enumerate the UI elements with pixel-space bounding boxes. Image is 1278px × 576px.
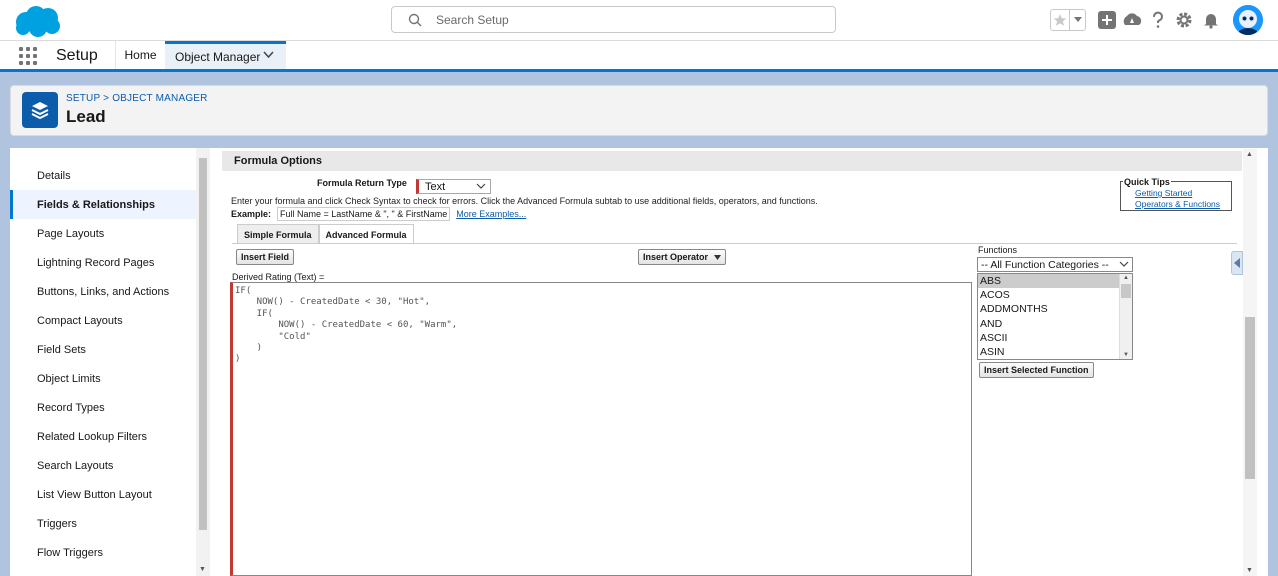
- insert-selected-function-button[interactable]: Insert Selected Function: [979, 362, 1094, 378]
- search-input[interactable]: [434, 10, 824, 30]
- main-card: Details Fields & Relationships Page Layo…: [10, 148, 1268, 576]
- left-nav-item-page-layouts[interactable]: Page Layouts: [10, 219, 196, 248]
- left-nav-item-object-limits[interactable]: Object Limits: [10, 364, 196, 393]
- collapse-panel-handle[interactable]: [1231, 251, 1243, 275]
- functions-label: Functions: [978, 245, 1018, 255]
- formula-instructions: Enter your formula and click Check Synta…: [231, 196, 818, 206]
- tab-home[interactable]: Home: [115, 41, 165, 69]
- return-type-select[interactable]: Text: [416, 179, 491, 194]
- scroll-up-arrow-icon[interactable]: ▲: [1246, 151, 1253, 158]
- tab-object-manager-label: Object Manager: [175, 49, 261, 64]
- app-launcher-icon[interactable]: [19, 47, 37, 65]
- content-scrollbar[interactable]: ▲ ▼: [1243, 149, 1257, 576]
- left-nav: Details Fields & Relationships Page Layo…: [10, 148, 210, 576]
- left-nav-item-compact-layouts[interactable]: Compact Layouts: [10, 306, 196, 335]
- content-scroll-thumb[interactable]: [1245, 317, 1255, 479]
- left-nav-item-lightning-record-pages[interactable]: Lightning Record Pages: [10, 248, 196, 277]
- left-nav-item-related-lookup-filters[interactable]: Related Lookup Filters: [10, 422, 196, 451]
- tab-object-manager[interactable]: Object Manager: [165, 41, 286, 69]
- left-nav-item-search-layouts[interactable]: Search Layouts: [10, 451, 196, 480]
- breadcrumb: SETUP > OBJECT MANAGER: [66, 93, 208, 104]
- page-header: SETUP > OBJECT MANAGER Lead: [10, 85, 1268, 136]
- section-title: Formula Options: [222, 151, 1242, 171]
- left-nav-item-buttons-links-actions[interactable]: Buttons, Links, and Actions: [10, 277, 196, 306]
- page-title: Lead: [66, 107, 106, 126]
- function-list-item[interactable]: ABS: [978, 274, 1132, 289]
- scroll-down-arrow-icon[interactable]: ▼: [1123, 352, 1129, 358]
- breadcrumb-object-manager-link[interactable]: OBJECT MANAGER: [112, 93, 207, 104]
- breadcrumb-setup-link[interactable]: SETUP: [66, 93, 100, 104]
- help-icon[interactable]: [1147, 9, 1169, 31]
- operators-functions-link[interactable]: Operators & Functions: [1135, 199, 1220, 209]
- insert-operator-label: Insert Operator: [643, 252, 709, 262]
- function-list-scroll-thumb[interactable]: [1121, 284, 1131, 298]
- dropdown-arrow-icon: [714, 254, 722, 260]
- chevron-down-icon[interactable]: [263, 51, 274, 59]
- formula-tabs: Simple Formula Advanced Formula: [237, 224, 414, 244]
- trailhead-icon[interactable]: [1121, 9, 1143, 31]
- function-list-item[interactable]: ACOS: [978, 288, 1132, 302]
- breadcrumb-separator: >: [103, 93, 110, 104]
- salesforce-logo[interactable]: [12, 4, 62, 38]
- return-type-label: Formula Return Type: [317, 178, 407, 188]
- scroll-down-arrow-icon[interactable]: ▼: [1246, 567, 1253, 574]
- function-list[interactable]: ABS ACOS ADDMONTHS AND ASCII ASIN ▲ ▼: [977, 273, 1133, 360]
- scroll-down-arrow-icon[interactable]: ▼: [199, 566, 206, 573]
- formula-editor[interactable]: IF( NOW() - CreatedDate < 30, "Hot", IF(…: [230, 282, 972, 576]
- insert-operator-button[interactable]: Insert Operator: [638, 249, 727, 265]
- left-nav-item-details[interactable]: Details: [10, 161, 196, 190]
- quick-tips-box: Quick Tips Getting Started Operators & F…: [1120, 177, 1232, 211]
- derived-field-label: Derived Rating (Text) =: [232, 272, 325, 282]
- search-box[interactable]: [391, 6, 836, 33]
- setup-gear-icon[interactable]: [1173, 9, 1195, 31]
- function-list-scrollbar[interactable]: ▲ ▼: [1119, 274, 1132, 359]
- tab-simple-formula[interactable]: Simple Formula: [237, 224, 319, 244]
- user-avatar[interactable]: [1233, 5, 1263, 35]
- example-label: Example:: [231, 209, 272, 219]
- chevron-down-icon: [476, 183, 486, 189]
- example-row: Example: Full Name = LastName & ", " & F…: [231, 207, 526, 221]
- chevron-down-icon: [1119, 261, 1129, 267]
- function-list-item[interactable]: ADDMONTHS: [978, 302, 1132, 316]
- return-type-value: Text: [425, 180, 446, 193]
- favorites-dropdown-icon[interactable]: [1070, 10, 1085, 30]
- search-icon: [408, 13, 422, 27]
- favorites-group: [1050, 9, 1086, 31]
- chevron-left-icon: [1234, 258, 1240, 268]
- function-category-value: -- All Function Categories --: [981, 258, 1109, 271]
- tab-advanced-formula[interactable]: Advanced Formula: [318, 224, 414, 244]
- function-list-item[interactable]: ASCII: [978, 331, 1132, 345]
- notifications-bell-icon[interactable]: [1200, 9, 1222, 31]
- scroll-up-arrow-icon[interactable]: ▲: [1123, 275, 1129, 281]
- function-category-select[interactable]: -- All Function Categories --: [977, 257, 1133, 272]
- context-bar: Setup Home Object Manager: [0, 41, 1278, 72]
- left-nav-scrollbar[interactable]: ▼: [196, 148, 210, 576]
- global-header: [0, 0, 1278, 41]
- left-nav-item-list-view-button-layout[interactable]: List View Button Layout: [10, 480, 196, 509]
- left-nav-scroll-thumb[interactable]: [199, 158, 207, 530]
- getting-started-link[interactable]: Getting Started: [1135, 188, 1192, 198]
- function-list-item[interactable]: ASIN: [978, 345, 1132, 359]
- insert-field-button[interactable]: Insert Field: [236, 249, 295, 265]
- tab-divider: [232, 243, 1237, 244]
- object-layers-icon: [22, 92, 58, 128]
- app-name: Setup: [56, 47, 98, 64]
- formula-content: Formula Options Formula Return Type Text…: [222, 148, 1268, 576]
- left-nav-item-record-types[interactable]: Record Types: [10, 393, 196, 422]
- more-examples-link[interactable]: More Examples...: [456, 209, 526, 219]
- left-nav-item-flow-triggers[interactable]: Flow Triggers: [10, 538, 196, 567]
- left-nav-item-fields-relationships[interactable]: Fields & Relationships: [10, 190, 196, 219]
- global-actions-plus-icon[interactable]: [1096, 9, 1118, 31]
- quick-tips-title: Quick Tips: [1123, 177, 1171, 187]
- left-nav-item-field-sets[interactable]: Field Sets: [10, 335, 196, 364]
- function-list-item[interactable]: AND: [978, 317, 1132, 331]
- example-value: Full Name = LastName & ", " & FirstName: [277, 207, 451, 221]
- left-nav-item-triggers[interactable]: Triggers: [10, 509, 196, 538]
- favorites-star-icon[interactable]: [1051, 10, 1071, 30]
